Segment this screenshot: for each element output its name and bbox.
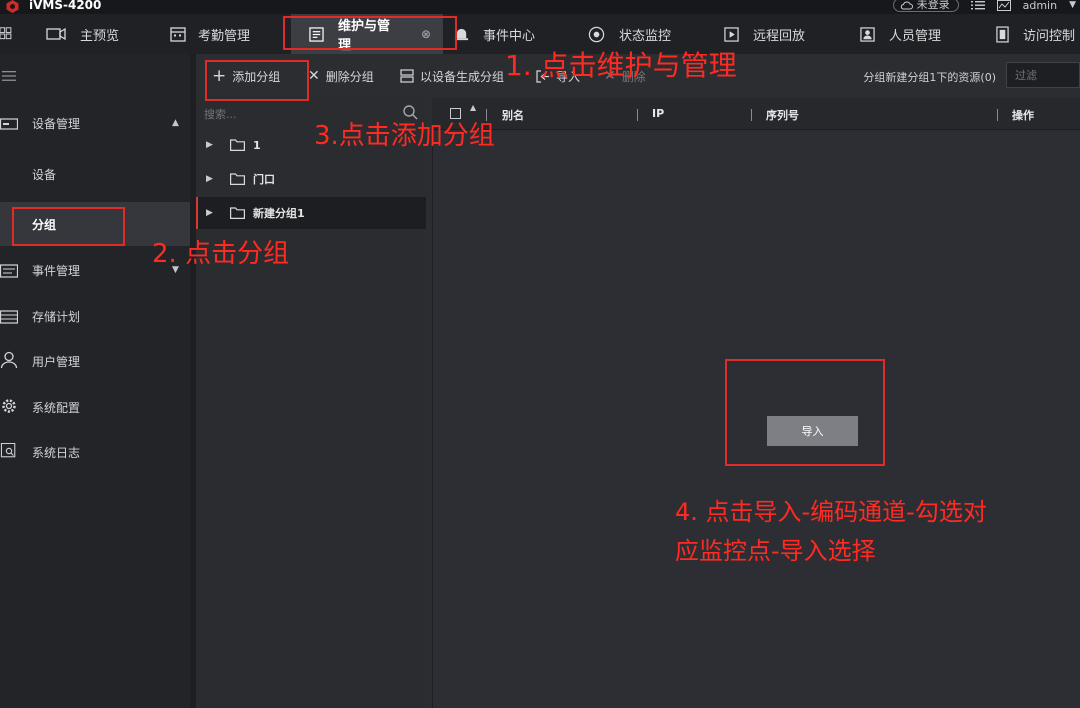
highlight-box-group-item <box>12 207 125 246</box>
tab-attendance[interactable]: 考勤管理 <box>170 14 250 54</box>
column-header-operation[interactable]: 操作 <box>1012 107 1034 123</box>
resource-count-label: 分组新建分组1下的资源(0) <box>863 71 996 84</box>
storage-icon <box>0 310 18 324</box>
sidebar-item-user-management[interactable]: 用户管理 <box>0 339 190 383</box>
user-menu-chevron-icon[interactable]: ▼ <box>1069 0 1076 10</box>
grid-icon <box>0 27 12 40</box>
annotation-step-2: 2. 点击分组 <box>152 239 290 269</box>
annotation-step-1: 1. 点击维护与管理 <box>505 49 737 82</box>
chevron-right-icon[interactable]: ▶ <box>206 140 213 150</box>
app-title: iVMS-4200 <box>29 0 102 12</box>
table-header: ▲ 别名 IP 序列号 操作 <box>432 98 1080 130</box>
list-icon[interactable] <box>970 0 985 10</box>
sidebar-item-label: 事件管理 <box>32 263 81 278</box>
annotation-step-4-line-1: 4. 点击导入-编码通道-勾选对 <box>675 498 987 526</box>
highlight-box-maintenance-tab <box>283 16 457 50</box>
column-divider <box>997 109 998 121</box>
sidebar-item-label: 存储计划 <box>32 309 81 324</box>
tab-access-control[interactable]: 访问控制 <box>996 14 1075 54</box>
calendar-icon <box>170 27 186 42</box>
close-icon: ✕ <box>308 68 320 84</box>
annotation-step-4-line-2: 应监控点-导入选择 <box>675 537 876 565</box>
user-icon <box>0 351 18 369</box>
annotation-step-3: 3.点击添加分组 <box>314 121 495 151</box>
folder-icon <box>230 207 245 219</box>
chart-icon[interactable] <box>996 0 1011 11</box>
tab-main-preview[interactable] <box>0 14 14 54</box>
sidebar-item-system-config[interactable]: 系统配置 <box>0 385 190 429</box>
column-header-ip[interactable]: IP <box>652 107 664 120</box>
sidebar-item-label: 用户管理 <box>32 354 81 369</box>
chevron-up-icon[interactable]: ▲ <box>172 118 179 128</box>
login-status-label: 未登录 <box>916 0 950 11</box>
login-status-button[interactable]: 未登录 <box>892 0 959 12</box>
tab-main-preview-label[interactable]: 主预览 <box>46 14 119 54</box>
sort-icon[interactable]: ▲ <box>470 104 476 112</box>
door-icon <box>996 25 1009 43</box>
column-header-alias[interactable]: 别名 <box>502 107 524 123</box>
tab-person-management[interactable]: 人员管理 <box>860 14 941 54</box>
sidebar-item-device[interactable]: 设备 <box>0 152 190 196</box>
highlight-box-add-group <box>205 60 309 101</box>
sidebar-item-label: 系统日志 <box>32 445 81 460</box>
app-logo-icon <box>6 0 19 13</box>
chevron-right-icon[interactable]: ▶ <box>206 174 213 184</box>
event-icon <box>0 264 18 278</box>
camera-icon <box>46 27 66 41</box>
chevron-right-icon[interactable]: ▶ <box>206 208 213 218</box>
sidebar-item-label: 设备 <box>32 167 57 182</box>
folder-icon <box>230 173 245 185</box>
gear-icon <box>2 399 16 413</box>
playback-icon <box>724 26 739 42</box>
generate-group-from-device-button[interactable]: 以设备生成分组 <box>400 54 504 98</box>
title-right-area: 未登录 admin ▼ <box>892 0 1076 12</box>
highlight-box-import-button <box>725 359 885 466</box>
status-monitor-icon <box>588 26 605 42</box>
cloud-icon <box>900 1 913 9</box>
log-icon <box>0 443 16 458</box>
sidebar-item-label: 系统配置 <box>32 400 81 415</box>
user-name[interactable]: admin <box>1023 0 1057 12</box>
title-bar: iVMS-4200 未登录 admin ▼ <box>0 0 1080 14</box>
sidebar-item-device-management[interactable]: 设备管理 ▲ <box>0 101 190 145</box>
column-divider <box>637 109 638 121</box>
delete-group-button[interactable]: ✕ 删除分组 <box>308 54 374 98</box>
device-icon <box>0 118 18 130</box>
sidebar-item-storage-schedule[interactable]: 存储计划 <box>0 294 190 338</box>
sidebar-item-label: 设备管理 <box>32 116 81 131</box>
filter-input[interactable] <box>1006 62 1080 88</box>
folder-icon <box>230 139 245 151</box>
tree-node-selected[interactable]: ▶ 新建分组1 <box>196 197 426 229</box>
person-card-icon <box>860 26 875 42</box>
menu-icon[interactable] <box>2 70 16 82</box>
tree-node[interactable]: ▶ 门口 <box>196 163 426 195</box>
device-stack-icon <box>400 69 414 83</box>
column-header-serial[interactable]: 序列号 <box>766 107 799 123</box>
sidebar-item-system-log[interactable]: 系统日志 <box>0 430 190 474</box>
column-divider <box>751 109 752 121</box>
